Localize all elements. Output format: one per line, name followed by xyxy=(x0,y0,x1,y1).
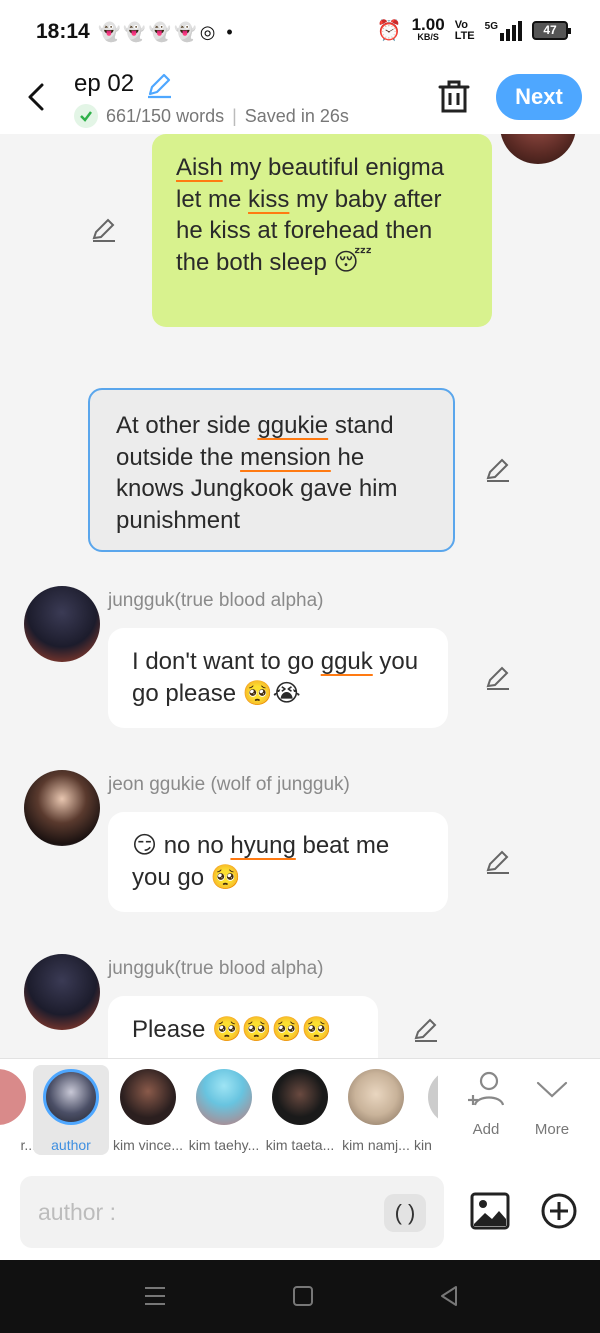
snapchat-icon: 👻 xyxy=(123,22,149,42)
signal-icon: 5G xyxy=(485,20,522,41)
alarm-icon: ⏰ xyxy=(376,20,402,42)
character-avatar xyxy=(428,1069,438,1125)
next-button[interactable]: Next xyxy=(496,74,582,120)
volte-indicator: Vo LTE xyxy=(454,18,475,42)
pencil-icon xyxy=(414,1018,437,1042)
misspelled-word[interactable]: Aish xyxy=(176,154,223,181)
character-avatar xyxy=(348,1069,404,1125)
net-speed: 1.00 KB/S xyxy=(411,14,445,42)
system-icons: ⏰ 1.00 KB/S Vo LTE 5G 47 xyxy=(376,14,571,43)
character-avatar xyxy=(120,1069,176,1125)
system-nav-bar xyxy=(0,1260,600,1333)
action-toggle-button[interactable]: ( ) xyxy=(384,1194,426,1232)
message-input-bar: ( ) xyxy=(0,1164,600,1260)
edit-message-button[interactable] xyxy=(484,664,512,692)
insert-image-button[interactable] xyxy=(470,1192,510,1230)
menu-icon xyxy=(145,1287,165,1305)
character-avatar xyxy=(272,1069,328,1125)
edit-message-button[interactable] xyxy=(90,216,118,244)
delete-button[interactable] xyxy=(436,78,472,116)
message-bubble[interactable]: 😏 no no hyung beat me you go 🥺 xyxy=(108,812,448,912)
character-avatar[interactable] xyxy=(24,770,100,846)
pencil-icon xyxy=(486,666,509,690)
home-nav-button[interactable] xyxy=(290,1284,318,1310)
misspelled-word[interactable]: gguk xyxy=(321,648,373,675)
snapchat-icon: 👻 xyxy=(174,22,200,42)
battery-icon: 47 xyxy=(532,21,571,40)
edit-title-button[interactable] xyxy=(144,70,174,100)
image-icon xyxy=(470,1192,510,1230)
divider: | xyxy=(232,105,237,126)
character-selector[interactable]: r... author kim vince... kim taehy... ki… xyxy=(0,1058,600,1164)
word-count: 661/150 words xyxy=(106,105,225,126)
status-bar: 18:14 👻👻👻👻◎ • ⏰ 1.00 KB/S Vo LTE 5G 47 xyxy=(0,0,600,66)
pencil-icon xyxy=(486,850,509,874)
character-option[interactable]: kim taeta... xyxy=(262,1065,338,1153)
back-triangle-icon xyxy=(441,1286,457,1306)
back-nav-button[interactable] xyxy=(436,1284,464,1310)
author-avatar[interactable] xyxy=(500,134,576,164)
message-bubble[interactable]: Please 🥺🥺🥺🥺 xyxy=(108,996,378,1058)
character-name: jungguk(true blood alpha) xyxy=(108,958,324,979)
pencil-icon xyxy=(486,458,509,482)
chevron-down-icon xyxy=(536,1081,568,1098)
pencil-icon xyxy=(148,73,171,99)
misspelled-word[interactable]: mension xyxy=(240,444,331,471)
home-square-icon xyxy=(293,1286,313,1306)
plus-circle-icon xyxy=(541,1193,577,1229)
saved-status: Saved in 26s xyxy=(244,105,349,126)
message-bubble[interactable]: Aish my beautiful enigma let me kiss my … xyxy=(152,134,492,327)
character-option[interactable]: kin xyxy=(414,1065,438,1153)
character-avatar xyxy=(0,1069,26,1125)
character-avatar xyxy=(43,1069,99,1125)
misspelled-word[interactable]: ggukie xyxy=(257,412,328,439)
character-name: jeon ggukie (wolf of jungguk) xyxy=(108,774,350,795)
misspelled-word[interactable]: kiss xyxy=(248,186,289,213)
back-button[interactable] xyxy=(22,80,52,114)
menu-nav-button[interactable] xyxy=(142,1284,170,1310)
chevron-left-icon xyxy=(28,83,44,111)
snapchat-icon: 👻 xyxy=(98,22,124,42)
message-input[interactable] xyxy=(20,1176,444,1248)
narration-bubble[interactable]: At other side ggukie stand outside the m… xyxy=(88,388,455,552)
check-icon xyxy=(74,104,98,128)
episode-title[interactable]: ep 02 xyxy=(74,70,134,98)
character-option[interactable]: kim namj... xyxy=(338,1065,414,1153)
status-time: 18:14 xyxy=(36,20,90,43)
edit-message-button[interactable] xyxy=(484,848,512,876)
whatsapp-icon: ◎ xyxy=(199,22,219,42)
pencil-icon xyxy=(92,218,115,242)
character-option-author[interactable]: author xyxy=(33,1065,109,1155)
character-avatar xyxy=(196,1069,252,1125)
add-character-button[interactable]: Add xyxy=(456,1069,516,1138)
snapchat-icon: 👻 xyxy=(148,22,175,42)
trash-icon xyxy=(438,80,470,113)
editor-header: ep 02 661/150 words | Saved in 26s Next xyxy=(0,66,600,134)
misspelled-word[interactable]: hyung xyxy=(230,832,295,859)
character-avatar[interactable] xyxy=(24,954,100,1030)
add-button[interactable] xyxy=(540,1192,578,1230)
message-bubble[interactable]: I don't want to go gguk you go please 🥺😭 xyxy=(108,628,448,728)
save-status: 661/150 words | Saved in 26s xyxy=(74,104,349,128)
add-user-icon xyxy=(468,1071,505,1106)
character-option[interactable]: r... xyxy=(0,1065,36,1153)
character-name: jungguk(true blood alpha) xyxy=(108,590,324,611)
chat-area[interactable]: Aish my beautiful enigma let me kiss my … xyxy=(0,134,600,1058)
notification-icons: 👻👻👻👻◎ • xyxy=(98,22,236,43)
character-option[interactable]: kim taehy... xyxy=(186,1065,262,1153)
dot-icon: • xyxy=(226,22,236,42)
edit-message-button[interactable] xyxy=(484,456,512,484)
edit-message-button[interactable] xyxy=(412,1016,440,1044)
character-option[interactable]: kim vince... xyxy=(110,1065,186,1153)
character-avatar[interactable] xyxy=(24,586,100,662)
more-characters-button[interactable]: More xyxy=(522,1069,582,1138)
